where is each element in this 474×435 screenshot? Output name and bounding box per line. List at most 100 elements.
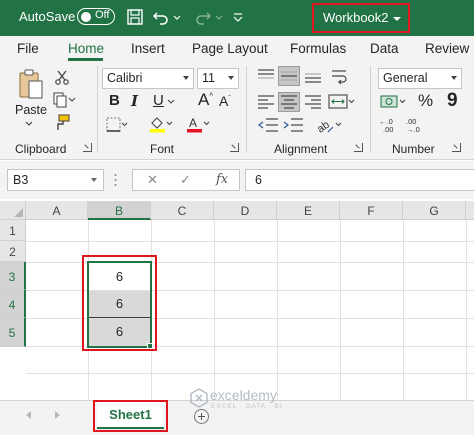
font-size-value: 11: [202, 71, 215, 85]
svg-text:.00: .00: [383, 125, 393, 134]
decrease-font-size-icon[interactable]: Aˇ: [219, 93, 231, 109]
bottom-align-icon[interactable]: [304, 68, 322, 84]
increase-decimal-icon[interactable]: ←.0 .00: [378, 116, 404, 134]
previous-sheet-icon[interactable]: [26, 411, 31, 419]
comma-style-icon[interactable]: 9: [447, 90, 458, 112]
chevron-down-icon[interactable]: [91, 178, 97, 182]
increase-indent-icon[interactable]: [283, 117, 305, 133]
svg-text:→.0: →.0: [406, 125, 420, 134]
column-header-g[interactable]: G: [403, 201, 466, 220]
tab-formulas[interactable]: Formulas: [290, 41, 346, 56]
orientation-icon[interactable]: ab: [315, 115, 343, 135]
workbook-name[interactable]: Workbook2: [323, 10, 389, 25]
tab-page-layout[interactable]: Page Layout: [192, 41, 268, 56]
add-sheet-icon[interactable]: [194, 409, 209, 424]
paste-dropdown-icon[interactable]: [24, 120, 34, 128]
align-left-icon[interactable]: [257, 94, 275, 110]
save-icon[interactable]: [125, 7, 145, 27]
align-right-icon[interactable]: [304, 94, 322, 110]
formula-value: 6: [255, 173, 262, 187]
watermark-name: exceldemy: [210, 387, 277, 403]
accounting-format-icon[interactable]: [380, 93, 408, 111]
redo-icon[interactable]: [193, 7, 213, 27]
chevron-down-icon: [451, 76, 457, 80]
tab-data[interactable]: Data: [370, 41, 399, 56]
number-launcher-icon[interactable]: [452, 143, 461, 152]
tab-home[interactable]: Home: [68, 41, 104, 56]
paste-icon[interactable]: [17, 68, 45, 102]
number-format-select[interactable]: General: [378, 68, 462, 89]
middle-align-icon[interactable]: [280, 68, 298, 84]
number-format-value: General: [383, 71, 428, 85]
copy-icon[interactable]: [52, 92, 76, 108]
row-header-3[interactable]: 3: [0, 262, 26, 290]
chevron-down-icon: [183, 76, 189, 80]
exceldemy-logo-icon: [190, 388, 208, 408]
font-launcher-icon[interactable]: [230, 143, 239, 152]
format-painter-icon[interactable]: [53, 114, 71, 132]
alignment-launcher-icon[interactable]: [354, 143, 363, 152]
undo-dropdown-icon[interactable]: [172, 7, 182, 27]
tab-insert[interactable]: Insert: [131, 41, 165, 56]
top-align-icon[interactable]: [257, 68, 275, 84]
font-name-value: Calibri: [107, 71, 143, 85]
customize-qat-icon[interactable]: [232, 7, 244, 27]
insert-function-icon[interactable]: fx: [216, 172, 228, 187]
column-header-c[interactable]: C: [151, 201, 214, 220]
font-group-label: Font: [150, 142, 175, 156]
toggle-knob: [81, 11, 91, 22]
gridline: [26, 373, 474, 374]
autosave-toggle[interactable]: Off: [77, 8, 115, 25]
font-color-icon[interactable]: A: [185, 115, 211, 133]
underline-dropdown-icon[interactable]: [167, 99, 175, 105]
formula-input[interactable]: 6: [245, 169, 474, 191]
next-sheet-icon[interactable]: [55, 411, 60, 419]
group-separator: [246, 66, 247, 152]
align-center-icon[interactable]: [280, 94, 298, 110]
undo-icon[interactable]: [151, 7, 171, 27]
chevron-down-icon: [228, 76, 234, 80]
font-size-select[interactable]: 11: [197, 68, 239, 89]
group-separator: [370, 66, 371, 152]
italic-icon[interactable]: I: [131, 92, 138, 110]
borders-icon[interactable]: [106, 117, 128, 133]
column-header-d[interactable]: D: [214, 201, 277, 220]
font-name-select[interactable]: Calibri: [102, 68, 194, 89]
fill-color-icon[interactable]: [148, 115, 174, 133]
wrap-text-icon[interactable]: [330, 68, 348, 86]
column-header-a[interactable]: A: [26, 201, 88, 220]
highlight-box: [82, 255, 157, 351]
number-group-label: Number: [392, 142, 435, 156]
watermark-tagline: EXCEL · DATA · BI: [211, 403, 283, 410]
merge-center-icon[interactable]: [328, 93, 356, 111]
formula-bar-splitter-icon[interactable]: [114, 171, 117, 189]
name-box-value: B3: [13, 173, 29, 187]
enter-icon[interactable]: ✓: [180, 172, 191, 188]
select-all-button[interactable]: [0, 201, 26, 220]
name-box[interactable]: B3: [7, 169, 104, 191]
paste-label[interactable]: Paste: [15, 103, 47, 117]
decrease-decimal-icon[interactable]: .00 →.0: [405, 116, 431, 134]
decrease-indent-icon[interactable]: [258, 117, 280, 133]
cut-icon[interactable]: [54, 69, 70, 85]
redo-dropdown-icon[interactable]: [214, 7, 224, 27]
column-header-f[interactable]: F: [340, 201, 403, 220]
clipboard-launcher-icon[interactable]: [83, 143, 92, 152]
row-header-2[interactable]: 2: [0, 241, 26, 262]
bold-icon[interactable]: B: [109, 92, 120, 109]
column-header-b[interactable]: B: [88, 201, 151, 220]
column-header-e[interactable]: E: [277, 201, 340, 220]
svg-text:ab: ab: [315, 119, 332, 135]
increase-font-size-icon[interactable]: A^: [198, 90, 213, 110]
tab-file[interactable]: File: [17, 41, 39, 56]
row-header-1[interactable]: 1: [0, 220, 26, 241]
percent-style-icon[interactable]: %: [418, 91, 433, 111]
row-header-5[interactable]: 5: [0, 318, 26, 347]
cancel-icon[interactable]: ✕: [147, 172, 158, 188]
row-header-4[interactable]: 4: [0, 290, 26, 318]
svg-text:A: A: [189, 116, 197, 130]
tab-review[interactable]: Review: [425, 41, 469, 56]
underline-icon[interactable]: U: [153, 92, 164, 109]
sheet-tab-highlight: [93, 400, 168, 432]
chevron-down-icon[interactable]: [393, 17, 401, 21]
